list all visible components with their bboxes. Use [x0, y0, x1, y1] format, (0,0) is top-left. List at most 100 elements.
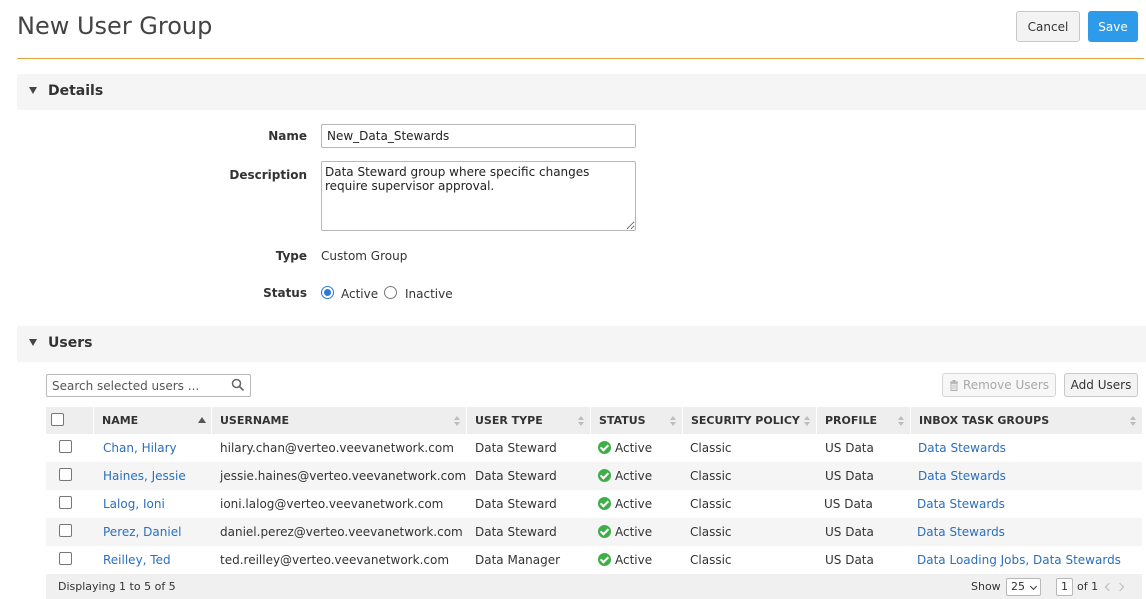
users-table: NAME USERNAME USER TYPE STATUS SECURITY … — [46, 407, 1142, 599]
row-checkbox[interactable] — [59, 440, 72, 453]
table-row[interactable]: Lalog, Ioni ioni.lalog@verteo.veevanetwo… — [46, 490, 1142, 518]
details-section-header[interactable]: Details — [17, 74, 1146, 110]
check-circle-icon — [598, 497, 611, 510]
user-type-cell: Data Steward — [475, 469, 557, 483]
user-type-cell: Data Steward — [475, 497, 557, 511]
select-all-cell — [46, 407, 94, 434]
inbox-task-groups-link[interactable]: Data Stewards — [918, 462, 1006, 490]
sort-icon — [804, 416, 810, 426]
cancel-button[interactable]: Cancel — [1016, 11, 1080, 42]
user-name-link[interactable]: Haines, Jessie — [103, 462, 186, 490]
details-section-label: Details — [48, 83, 104, 99]
page-title: New User Group — [17, 12, 213, 40]
username-cell: daniel.perez@verteo.veevanetwork.com — [220, 525, 463, 539]
sort-icon — [1130, 416, 1136, 426]
row-checkbox[interactable] — [59, 496, 72, 509]
security-policy-cell: Classic — [690, 525, 732, 539]
chevron-left-icon[interactable] — [1104, 582, 1114, 592]
status-inactive-label[interactable]: Inactive — [405, 287, 453, 301]
sort-icon — [578, 416, 584, 426]
user-name-link[interactable]: Chan, Hilary — [103, 434, 177, 462]
page-of-label: of 1 — [1077, 580, 1099, 593]
profile-cell: US Data — [825, 525, 874, 539]
check-circle-icon — [598, 469, 611, 482]
search-users-input[interactable] — [46, 374, 251, 397]
profile-cell: US Data — [825, 469, 874, 483]
chevron-right-icon[interactable] — [1115, 582, 1125, 592]
user-type-cell: Data Steward — [475, 525, 557, 539]
check-circle-icon — [598, 525, 611, 538]
security-policy-cell: Classic — [690, 553, 732, 567]
remove-users-button[interactable]: Remove Users — [942, 373, 1056, 397]
description-textarea[interactable]: Data Steward group where specific change… — [321, 161, 636, 231]
column-header-status[interactable]: STATUS — [591, 407, 683, 434]
status-active-label[interactable]: Active — [341, 287, 378, 301]
status-cell: Active — [598, 462, 652, 490]
collapse-triangle-icon — [29, 339, 37, 346]
users-section-header[interactable]: Users — [17, 326, 1146, 362]
type-label: Type — [275, 249, 307, 263]
status-label: Status — [263, 286, 307, 300]
add-users-button[interactable]: Add Users — [1064, 373, 1138, 397]
inbox-task-groups-link[interactable]: Data Stewards — [917, 490, 1005, 518]
row-checkbox[interactable] — [59, 524, 72, 537]
column-header-username[interactable]: USERNAME — [212, 407, 467, 434]
sort-icon — [670, 416, 676, 426]
name-label: Name — [268, 129, 307, 143]
table-row[interactable]: Perez, Daniel daniel.perez@verteo.veevan… — [46, 518, 1142, 546]
select-all-checkbox[interactable] — [51, 413, 64, 426]
user-name-link[interactable]: Reilley, Ted — [103, 546, 171, 574]
username-cell: jessie.haines@verteo.veevanetwork.com — [220, 469, 467, 483]
name-input[interactable] — [321, 124, 636, 148]
user-name-link[interactable]: Perez, Daniel — [103, 518, 181, 546]
security-policy-cell: Classic — [690, 469, 732, 483]
inbox-task-groups-link[interactable]: Data Loading Jobs, Data Stewards — [917, 546, 1121, 574]
profile-cell: US Data — [824, 497, 873, 511]
search-icon[interactable] — [231, 378, 245, 392]
table-row[interactable]: Haines, Jessie jessie.haines@verteo.veev… — [46, 462, 1142, 490]
column-header-inbox-task-groups[interactable]: INBOX TASK GROUPS — [911, 407, 1142, 434]
username-cell: hilary.chan@verteo.veevanetwork.com — [220, 441, 454, 455]
remove-users-label: Remove Users — [962, 378, 1050, 392]
table-footer: Displaying 1 to 5 of 5 Show 25 1 of 1 — [46, 574, 1142, 599]
user-name-link[interactable]: Lalog, Ioni — [103, 490, 165, 518]
users-section-label: Users — [48, 335, 93, 351]
column-header-name[interactable]: NAME — [94, 407, 212, 434]
status-cell: Active — [598, 518, 652, 546]
profile-cell: US Data — [825, 441, 874, 455]
username-cell: ted.reilley@verteo.veevanetwork.com — [220, 553, 450, 567]
status-cell: Active — [598, 434, 652, 462]
table-row[interactable]: Chan, Hilary hilary.chan@verteo.veevanet… — [46, 434, 1142, 462]
chevron-down-icon — [1029, 582, 1038, 591]
inbox-task-groups-link[interactable]: Data Stewards — [918, 434, 1006, 462]
row-checkbox[interactable] — [59, 468, 72, 481]
sort-ascending-icon — [198, 416, 206, 426]
status-cell: Active — [598, 546, 652, 574]
column-header-security-policy[interactable]: SECURITY POLICY — [683, 407, 817, 434]
user-type-cell: Data Steward — [475, 441, 557, 455]
displaying-count: Displaying 1 to 5 of 5 — [58, 580, 176, 593]
check-circle-icon — [598, 441, 611, 454]
column-header-user-type[interactable]: USER TYPE — [467, 407, 591, 434]
table-row[interactable]: Reilley, Ted ted.reilley@verteo.veevanet… — [46, 546, 1142, 574]
sort-icon — [898, 416, 904, 426]
inbox-task-groups-link[interactable]: Data Stewards — [917, 518, 1005, 546]
status-cell: Active — [598, 490, 652, 518]
check-circle-icon — [598, 553, 611, 566]
security-policy-cell: Classic — [690, 441, 732, 455]
header-divider — [17, 58, 1144, 59]
save-button[interactable]: Save — [1088, 11, 1138, 42]
table-header: NAME USERNAME USER TYPE STATUS SECURITY … — [46, 407, 1142, 434]
status-active-radio[interactable] — [321, 286, 334, 299]
security-policy-cell: Classic — [690, 497, 732, 511]
collapse-triangle-icon — [29, 87, 37, 94]
page-size-select[interactable]: 25 — [1006, 578, 1041, 596]
show-label: Show — [971, 580, 1001, 593]
username-cell: ioni.lalog@verteo.veevanetwork.com — [220, 497, 444, 511]
status-inactive-radio[interactable] — [384, 286, 397, 299]
user-type-cell: Data Manager — [475, 553, 561, 567]
row-checkbox[interactable] — [59, 552, 72, 565]
profile-cell: US Data — [825, 553, 874, 567]
page-number-input[interactable]: 1 — [1056, 578, 1073, 596]
column-header-profile[interactable]: PROFILE — [817, 407, 911, 434]
